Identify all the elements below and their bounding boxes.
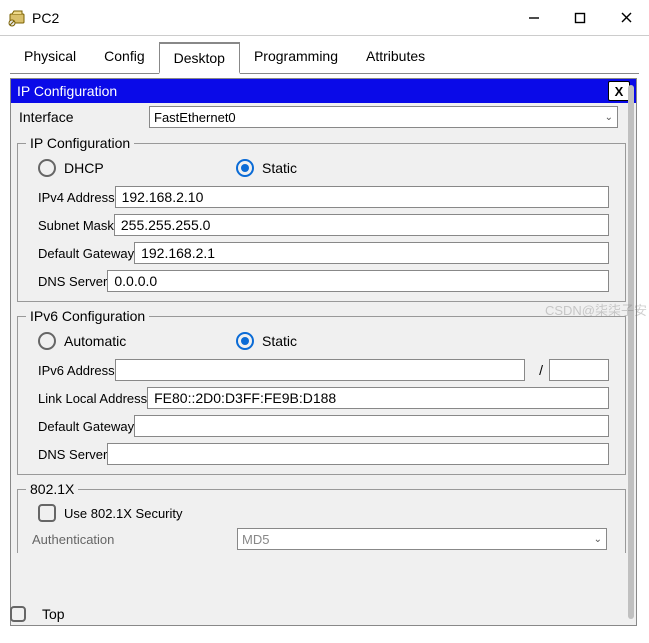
- chevron-down-icon: ⌄: [594, 534, 602, 545]
- ip-configuration-legend: IP Configuration: [26, 135, 134, 151]
- tab-attributes[interactable]: Attributes: [352, 42, 439, 74]
- interface-value: FastEthernet0: [154, 110, 236, 125]
- dns-server-input[interactable]: 0.0.0.0: [107, 270, 609, 292]
- panel-header: IP Configuration X: [11, 79, 636, 103]
- tab-desktop[interactable]: Desktop: [159, 42, 240, 74]
- dhcp-label: DHCP: [64, 160, 104, 176]
- footer-bar: Top: [10, 606, 65, 622]
- interface-label: Interface: [19, 109, 149, 125]
- ipv4-address-label: IPv4 Address: [38, 190, 115, 205]
- panel-title-text: IP Configuration: [17, 83, 117, 99]
- dot1x-legend: 802.1X: [26, 481, 78, 497]
- authentication-select[interactable]: MD5 ⌄: [237, 528, 607, 550]
- default-gateway-label: Default Gateway: [38, 246, 134, 261]
- tab-bar: Physical Config Desktop Programming Attr…: [0, 36, 649, 74]
- subnet-mask-label: Subnet Mask: [38, 218, 114, 233]
- link-local-label: Link Local Address: [38, 391, 147, 406]
- default-gateway-input[interactable]: 192.168.2.1: [134, 242, 609, 264]
- ipv6-gateway-label: Default Gateway: [38, 419, 134, 434]
- title-bar: PC2: [0, 0, 649, 36]
- prefix-separator: /: [533, 362, 549, 378]
- ipv6-gateway-input[interactable]: [134, 415, 609, 437]
- static-radio-option[interactable]: Static: [236, 159, 297, 177]
- chevron-down-icon: ⌄: [605, 112, 613, 123]
- tab-physical[interactable]: Physical: [10, 42, 90, 74]
- radio-icon: [38, 332, 56, 350]
- ipv6-dns-input[interactable]: [107, 443, 609, 465]
- ipv6-dns-label: DNS Server: [38, 447, 107, 462]
- tab-programming[interactable]: Programming: [240, 42, 352, 74]
- authentication-value: MD5: [242, 532, 269, 547]
- ipv6-prefix-input[interactable]: [549, 359, 609, 381]
- top-label: Top: [42, 606, 65, 622]
- subnet-mask-input[interactable]: 255.255.255.0: [114, 214, 609, 236]
- ipv4-address-input[interactable]: 192.168.2.10: [115, 186, 609, 208]
- dot1x-group: 802.1X Use 802.1X Security Authenticatio…: [17, 481, 626, 553]
- app-icon: [8, 9, 26, 27]
- maximize-button[interactable]: [557, 2, 603, 34]
- static-v6-label: Static: [262, 333, 297, 349]
- interface-select[interactable]: FastEthernet0 ⌄: [149, 106, 618, 128]
- ipv6-address-input[interactable]: [115, 359, 526, 381]
- automatic-label: Automatic: [64, 333, 126, 349]
- ipv6-configuration-legend: IPv6 Configuration: [26, 308, 149, 324]
- watermark: CSDN@柒柒子安: [545, 300, 647, 319]
- link-local-input[interactable]: FE80::2D0:D3FF:FE9B:D188: [147, 387, 609, 409]
- static-v6-radio-option[interactable]: Static: [236, 332, 297, 350]
- close-button[interactable]: [603, 2, 649, 34]
- panel-close-button[interactable]: X: [608, 81, 630, 101]
- ipv6-configuration-group: IPv6 Configuration Automatic Static IPv6…: [17, 308, 626, 475]
- desktop-panel: IP Configuration X Interface FastEtherne…: [10, 78, 637, 626]
- radio-icon: [236, 159, 254, 177]
- checkbox-icon: [38, 504, 56, 522]
- static-label: Static: [262, 160, 297, 176]
- authentication-label: Authentication: [32, 532, 237, 547]
- dns-server-label: DNS Server: [38, 274, 107, 289]
- use-8021x-label: Use 802.1X Security: [64, 506, 183, 521]
- dhcp-radio-option[interactable]: DHCP: [38, 159, 236, 177]
- use-8021x-option[interactable]: Use 802.1X Security: [20, 501, 623, 525]
- radio-icon: [38, 159, 56, 177]
- tab-config[interactable]: Config: [90, 42, 158, 74]
- minimize-button[interactable]: [511, 2, 557, 34]
- ipv6-address-label: IPv6 Address: [38, 363, 115, 378]
- ip-configuration-group: IP Configuration DHCP Static IPv4 Addres…: [17, 135, 626, 302]
- radio-icon: [236, 332, 254, 350]
- top-checkbox[interactable]: [10, 606, 26, 622]
- scrollbar[interactable]: [628, 85, 634, 619]
- window-title: PC2: [32, 10, 59, 26]
- automatic-radio-option[interactable]: Automatic: [38, 332, 236, 350]
